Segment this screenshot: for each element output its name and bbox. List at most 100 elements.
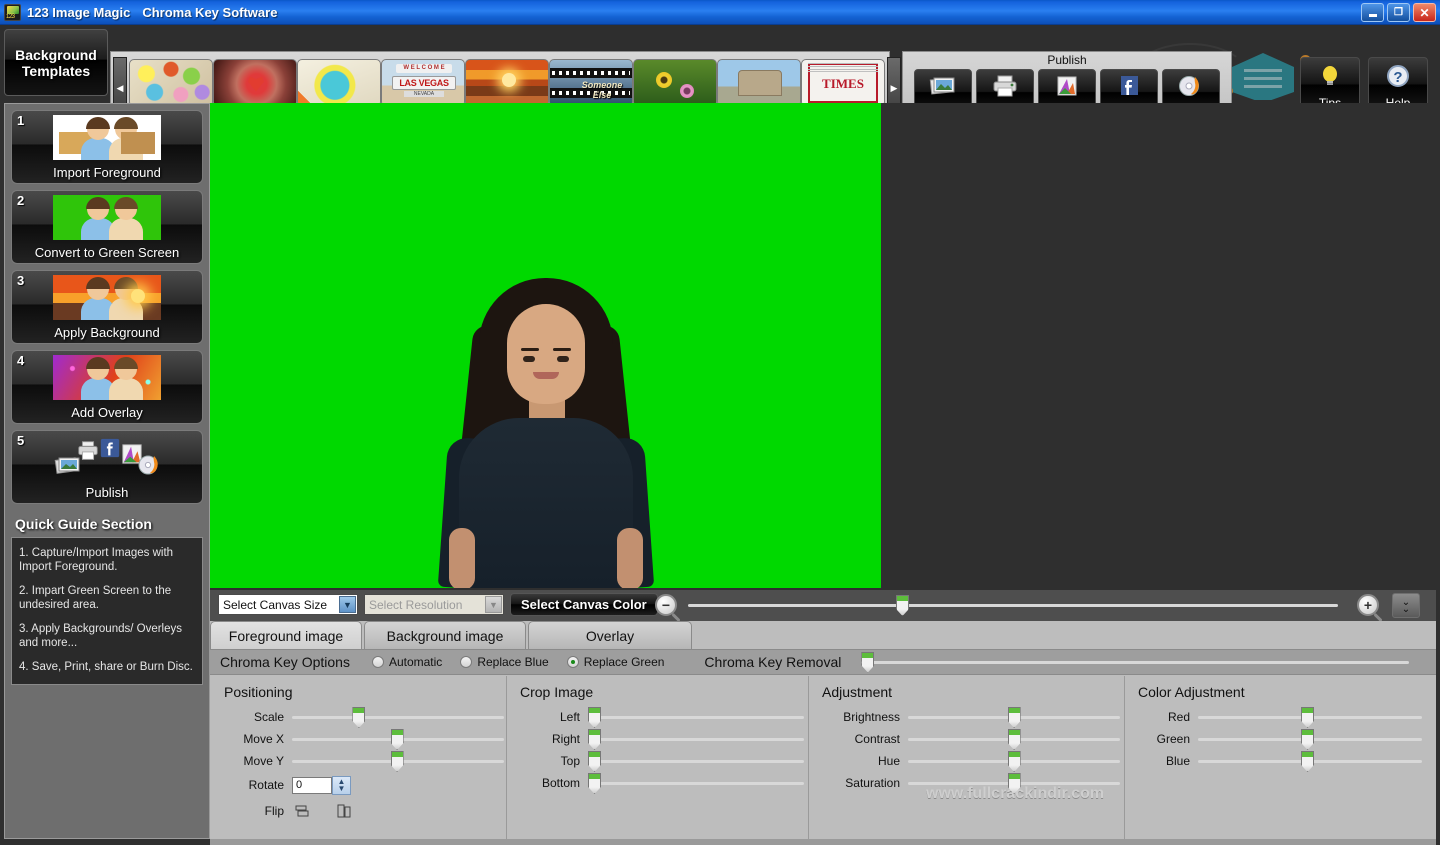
crop-top-slider[interactable] <box>588 750 804 772</box>
flip-vertical-icon[interactable] <box>334 802 354 820</box>
facebook-icon <box>1115 74 1143 98</box>
crop-image-panel: Crop Image Left Right Top <box>506 676 808 845</box>
slider-label: Right <box>520 732 580 746</box>
foreground-person-image <box>441 278 651 588</box>
chroma-removal-slider-track[interactable] <box>861 661 1409 664</box>
svg-text:?: ? <box>1393 69 1402 86</box>
red-slider[interactable] <box>1198 706 1422 728</box>
slider-row-scale: Scale <box>224 706 506 728</box>
slider-row-top: Top <box>520 750 808 772</box>
tab-overlay[interactable]: Overlay <box>528 621 692 649</box>
contrast-slider[interactable] <box>908 728 1120 750</box>
slider-label: Blue <box>1138 754 1190 768</box>
resolution-value: Select Resolution <box>369 598 462 612</box>
crop-bottom-slider[interactable] <box>588 772 804 794</box>
rotate-label: Rotate <box>224 778 284 792</box>
sidebar-step-apply-background[interactable]: 3 Apply Background <box>11 270 203 344</box>
radio-button-icon[interactable] <box>460 656 472 668</box>
blue-slider[interactable] <box>1198 750 1422 772</box>
slider-row-left: Left <box>520 706 808 728</box>
disc-burn-icon <box>137 453 163 477</box>
printer-icon <box>75 439 101 463</box>
slider-thumb[interactable] <box>1301 729 1314 750</box>
magazines-thumb: TIMES <box>801 59 885 107</box>
step-label: Add Overlay <box>12 405 202 420</box>
resolution-select[interactable]: Select Resolution ▼ <box>364 594 504 615</box>
collapse-panel-button[interactable]: ⌄⌄ <box>1392 593 1420 618</box>
tab-foreground-image[interactable]: Foreground image <box>210 621 362 649</box>
crop-right-slider[interactable] <box>588 728 804 750</box>
canvas-size-value: Select Canvas Size <box>223 598 327 612</box>
slider-thumb[interactable] <box>391 729 404 750</box>
sidebar-step-convert-green-screen[interactable]: 2 Convert to Green Screen <box>11 190 203 264</box>
image-canvas[interactable] <box>210 103 881 588</box>
select-canvas-color-button[interactable]: Select Canvas Color <box>510 593 658 616</box>
scale-slider[interactable] <box>292 706 504 728</box>
horizontal-scrollbar[interactable] <box>210 839 1436 845</box>
stepper-down-icon[interactable]: ▼ <box>338 785 346 792</box>
color-adjustment-title: Color Adjustment <box>1138 684 1436 700</box>
slider-thumb[interactable] <box>1301 707 1314 728</box>
background-templates-label-1: Background <box>15 47 97 63</box>
slider-row-brightness: Brightness <box>822 706 1124 728</box>
chroma-options-label: Chroma Key Options <box>220 654 350 670</box>
tab-label: Overlay <box>586 628 634 644</box>
slider-thumb[interactable] <box>588 773 601 794</box>
flip-horizontal-icon[interactable] <box>294 802 314 820</box>
sidebar-step-import-foreground[interactable]: 1 Import Foreground <box>11 110 203 184</box>
background-templates-button[interactable]: Background Templates <box>4 29 108 96</box>
zoom-out-icon[interactable]: − <box>655 594 677 616</box>
sidebar-step-publish[interactable]: 5 <box>11 430 203 504</box>
step-number: 2 <box>17 193 24 208</box>
rotate-input[interactable]: 0 <box>292 777 332 794</box>
sidebar-step-add-overlay[interactable]: 4 Add Overlay <box>11 350 203 424</box>
quick-guide-line: 3. Apply Backgrounds/ Overleys and more.… <box>19 622 195 650</box>
radio-button-icon[interactable] <box>372 656 384 668</box>
slider-label: Saturation <box>822 776 900 790</box>
slider-thumb[interactable] <box>352 707 365 728</box>
slider-thumb[interactable] <box>391 751 404 772</box>
chroma-removal-slider-thumb[interactable] <box>861 652 874 673</box>
stage-area <box>210 103 1436 589</box>
green-slider[interactable] <box>1198 728 1422 750</box>
slider-thumb[interactable] <box>1008 729 1021 750</box>
slider-thumb[interactable] <box>1301 751 1314 772</box>
canvas-size-select[interactable]: Select Canvas Size ▼ <box>218 594 358 615</box>
maximize-button[interactable]: ❐ <box>1387 3 1410 22</box>
radio-automatic[interactable]: Automatic <box>372 655 442 669</box>
vegas-welcome-text: W E L C O M E <box>396 64 452 73</box>
tab-background-image[interactable]: Background image <box>364 621 526 649</box>
zoom-in-icon[interactable]: + <box>1357 594 1379 616</box>
saturation-slider[interactable] <box>908 772 1120 794</box>
hue-slider[interactable] <box>908 750 1120 772</box>
slider-thumb[interactable] <box>588 729 601 750</box>
slider-label: Top <box>520 754 580 768</box>
slider-thumb[interactable] <box>1008 773 1021 794</box>
radio-button-icon[interactable] <box>567 656 579 668</box>
zoom-slider-thumb[interactable] <box>896 595 909 616</box>
apply-background-thumb <box>53 275 161 320</box>
question-mark-icon: ? <box>1385 63 1411 89</box>
slider-thumb[interactable] <box>588 707 601 728</box>
chevron-down-icon: ▼ <box>485 596 502 613</box>
slider-row-contrast: Contrast <box>822 728 1124 750</box>
crop-left-slider[interactable] <box>588 706 804 728</box>
move-y-slider[interactable] <box>292 750 504 772</box>
slider-thumb[interactable] <box>1008 707 1021 728</box>
slider-label: Green <box>1138 732 1190 746</box>
slider-thumb[interactable] <box>1008 751 1021 772</box>
radio-replace-blue[interactable]: Replace Blue <box>460 655 548 669</box>
brightness-slider[interactable] <box>908 706 1120 728</box>
window-subtitle: Chroma Key Software <box>142 5 277 20</box>
radio-label: Replace Green <box>584 655 665 669</box>
radio-replace-green[interactable]: Replace Green <box>567 655 665 669</box>
photos-stack-icon <box>929 74 957 98</box>
minimize-button[interactable] <box>1361 3 1384 22</box>
slider-thumb[interactable] <box>588 751 601 772</box>
rotate-stepper[interactable]: ▲▼ <box>332 776 351 795</box>
slider-label: Move Y <box>224 754 284 768</box>
close-button[interactable]: ✕ <box>1413 3 1436 22</box>
zoom-slider-track[interactable] <box>688 604 1338 607</box>
move-x-slider[interactable] <box>292 728 504 750</box>
lightbulb-icon <box>1317 63 1343 89</box>
